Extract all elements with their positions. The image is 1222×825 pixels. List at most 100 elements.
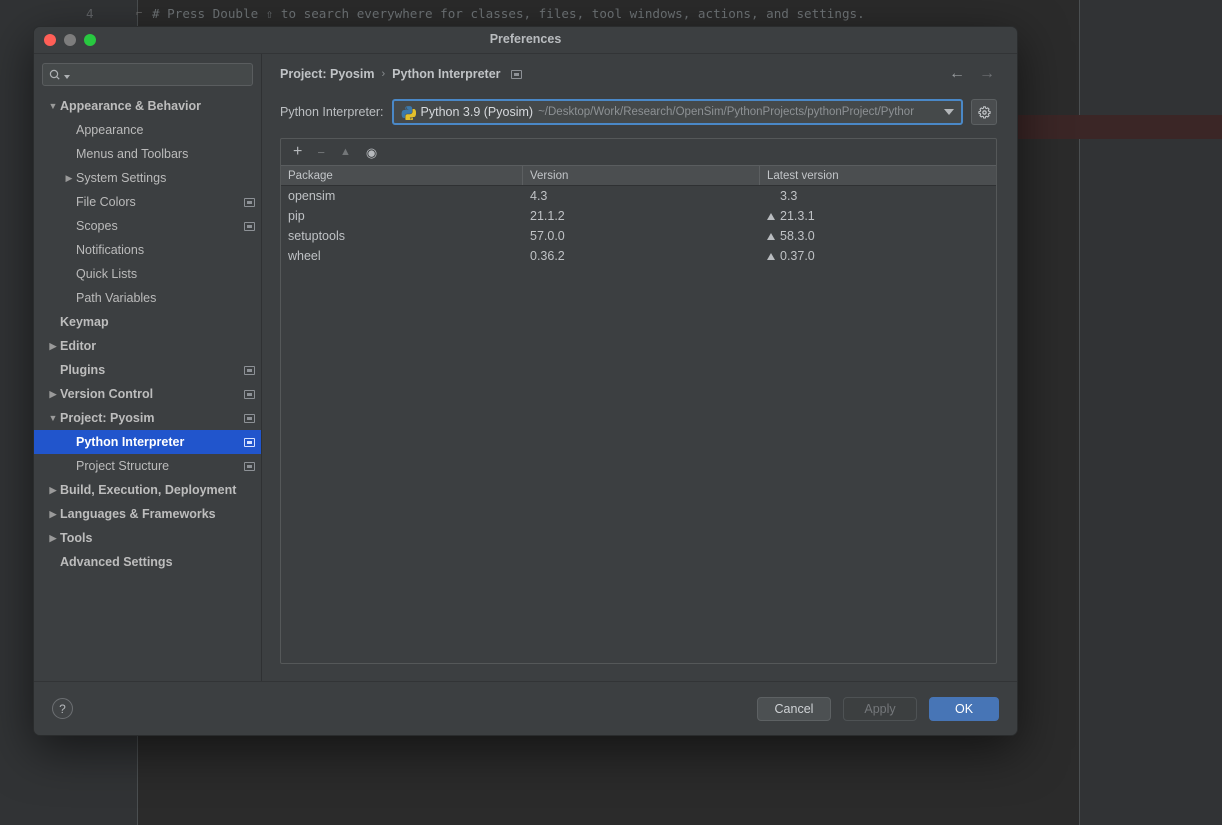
chevron-right-icon[interactable]: ▶ <box>46 389 60 399</box>
cell-version: 21.1.2 <box>530 209 565 223</box>
sidebar-item-label: Languages & Frameworks <box>60 507 216 521</box>
cell-package: pip <box>288 209 305 223</box>
upgrade-available-icon <box>767 212 775 220</box>
help-button[interactable]: ? <box>52 698 73 719</box>
forward-arrow-icon[interactable]: → <box>979 66 995 82</box>
cell-latest-version: 21.3.1 <box>760 209 996 223</box>
chevron-right-icon[interactable]: ▶ <box>46 341 60 351</box>
sidebar-search-wrap <box>34 54 261 92</box>
cell-latest-version: 0.37.0 <box>760 249 996 263</box>
add-icon[interactable]: + <box>293 144 302 160</box>
gear-icon <box>977 105 991 119</box>
apply-button: Apply <box>843 696 917 721</box>
project-scope-icon <box>244 389 255 399</box>
packages-table-header: Package Version Latest version <box>281 165 996 186</box>
latest-version-text: 0.37.0 <box>780 249 815 263</box>
sidebar-item-label: File Colors <box>76 195 136 209</box>
preferences-dialog: Preferences ▼ Appearance & Behavior Appear… <box>33 26 1018 736</box>
sidebar-item-label: Advanced Settings <box>60 555 173 569</box>
editor-highlight-band <box>1014 115 1222 139</box>
code-fold-icon: ⌐ <box>136 7 143 19</box>
chevron-right-icon[interactable]: ▶ <box>46 533 60 543</box>
cell-package: wheel <box>288 249 321 263</box>
sidebar-item-file-colors[interactable]: File Colors <box>34 190 261 214</box>
search-dropdown-caret[interactable] <box>64 74 70 79</box>
sidebar-item-python-interpreter[interactable]: Python Interpreter <box>34 430 261 454</box>
chevron-right-icon[interactable]: ▶ <box>46 509 60 519</box>
sidebar-item-label: Editor <box>60 339 97 353</box>
sidebar-item-tools[interactable]: ▶ Tools <box>34 526 261 550</box>
sidebar-item-label: Project: Pyosim <box>60 411 155 425</box>
packages-panel: + − ▲ ◉ Package Version Latest version open… <box>280 138 997 664</box>
search-box[interactable] <box>42 63 253 86</box>
search-icon <box>49 69 60 80</box>
table-row[interactable]: pip 21.1.2 21.3.1 <box>281 206 996 226</box>
sidebar-item-path-variables[interactable]: Path Variables <box>34 286 261 310</box>
editor-line-number: 4 <box>86 6 94 21</box>
sidebar-item-label: Path Variables <box>76 291 157 305</box>
sidebar-item-project-structure[interactable]: Project Structure <box>34 454 261 478</box>
column-header-package[interactable]: Package <box>281 166 523 185</box>
interpreter-path: ~/Desktop/Work/Research/OpenSim/PythonPr… <box>538 106 915 118</box>
sidebar-item-system-settings[interactable]: ▶ System Settings <box>34 166 261 190</box>
breadcrumb-separator: › <box>381 68 386 80</box>
sidebar-item-project-pyosim[interactable]: ▼ Project: Pyosim <box>34 406 261 430</box>
column-header-latest-version[interactable]: Latest version <box>760 166 996 185</box>
breadcrumb: Project: Pyosim › Python Interpreter ← → <box>280 54 997 94</box>
upgrade-available-icon <box>767 232 775 240</box>
sidebar-item-editor[interactable]: ▶ Editor <box>34 334 261 358</box>
cancel-button[interactable]: Cancel <box>757 696 831 721</box>
sidebar-item-notifications[interactable]: Notifications <box>34 238 261 262</box>
sidebar-item-label: Build, Execution, Deployment <box>60 483 237 497</box>
cell-package: setuptools <box>288 229 345 243</box>
cell-latest-version: 58.3.0 <box>760 229 996 243</box>
breadcrumb-parent[interactable]: Project: Pyosim <box>280 67 374 81</box>
chevron-down-icon[interactable] <box>944 109 954 115</box>
python-icon <box>401 105 416 120</box>
interpreter-combobox[interactable]: Python 3.9 (Pyosim) ~/Desktop/Work/Resea… <box>391 99 963 125</box>
sidebar-item-keymap[interactable]: Keymap <box>34 310 261 334</box>
sidebar-item-languages-frameworks[interactable]: ▶ Languages & Frameworks <box>34 502 261 526</box>
project-scope-icon <box>244 365 255 375</box>
show-early-releases-icon[interactable]: ◉ <box>366 146 377 159</box>
table-row[interactable]: opensim 4.3 3.3 <box>281 186 996 206</box>
sidebar-item-label: Version Control <box>60 387 154 401</box>
project-scope-icon <box>244 197 255 207</box>
project-scope-icon <box>510 69 522 79</box>
remove-icon: − <box>317 144 325 160</box>
sidebar-item-label: Appearance & Behavior <box>60 99 202 113</box>
chevron-down-icon[interactable]: ▼ <box>46 101 60 111</box>
ok-button[interactable]: OK <box>929 696 999 721</box>
sidebar-item-build-execution-deployment[interactable]: ▶ Build, Execution, Deployment <box>34 478 261 502</box>
sidebar-item-scopes[interactable]: Scopes <box>34 214 261 238</box>
back-arrow-icon[interactable]: ← <box>949 66 965 82</box>
dialog-title: Preferences <box>489 32 562 46</box>
sidebar-item-appearance[interactable]: Appearance <box>34 118 261 142</box>
sidebar-item-advanced-settings[interactable]: Advanced Settings <box>34 550 261 574</box>
sidebar-item-version-control[interactable]: ▶ Version Control <box>34 382 261 406</box>
column-header-version[interactable]: Version <box>523 166 760 185</box>
sidebar-item-label: Quick Lists <box>76 267 138 281</box>
table-row[interactable]: wheel 0.36.2 0.37.0 <box>281 246 996 266</box>
upgrade-available-icon <box>767 252 775 260</box>
settings-tree: ▼ Appearance & Behavior Appearance Menus an… <box>34 92 261 681</box>
table-row[interactable]: setuptools 57.0.0 58.3.0 <box>281 226 996 246</box>
search-input[interactable] <box>73 64 246 85</box>
chevron-right-icon[interactable]: ▶ <box>62 173 76 183</box>
chevron-right-icon[interactable]: ▶ <box>46 485 60 495</box>
dialog-actions: Cancel Apply OK <box>757 696 999 721</box>
sidebar-item-plugins[interactable]: Plugins <box>34 358 261 382</box>
sidebar-item-label: Project Structure <box>76 459 170 473</box>
sidebar-item-appearance-behavior[interactable]: ▼ Appearance & Behavior <box>34 94 261 118</box>
chevron-down-icon[interactable]: ▼ <box>46 413 60 423</box>
interpreter-settings-button[interactable] <box>971 99 997 125</box>
sidebar-item-menus-and-toolbars[interactable]: Menus and Toolbars <box>34 142 261 166</box>
sidebar-item-quick-lists[interactable]: Quick Lists <box>34 262 261 286</box>
cell-version: 0.36.2 <box>530 249 565 263</box>
cell-latest-version: 3.3 <box>760 189 996 203</box>
cell-package: opensim <box>288 189 336 203</box>
cell-version: 57.0.0 <box>530 229 565 243</box>
sidebar-item-label: Python Interpreter <box>76 435 185 449</box>
upgrade-icon: ▲ <box>339 145 351 158</box>
sidebar-item-label: Tools <box>60 531 93 545</box>
